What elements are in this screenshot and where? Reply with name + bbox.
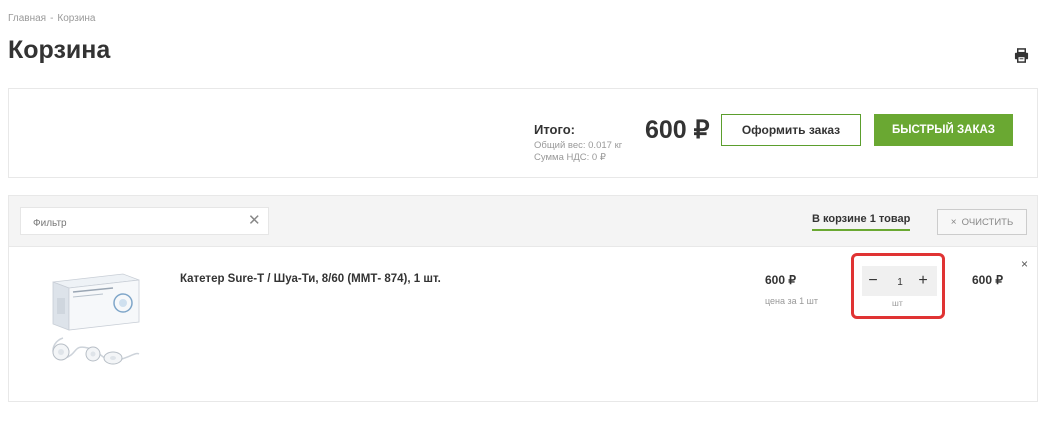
line-total: 600 ₽	[972, 273, 1003, 287]
printer-icon[interactable]	[1014, 48, 1029, 63]
total-price: 600 ₽	[645, 116, 710, 144]
clear-cart-button[interactable]: × ОЧИСТИТЬ	[937, 209, 1027, 235]
quantity-highlight	[851, 253, 945, 319]
product-image[interactable]	[43, 268, 145, 376]
clear-icon: ×	[950, 216, 957, 228]
cart-count-tab[interactable]: В корзине 1 товар	[812, 213, 911, 231]
filter-input[interactable]	[31, 213, 235, 233]
breadcrumb-home-link[interactable]: Главная	[8, 13, 46, 24]
breadcrumb-current: Корзина	[57, 13, 96, 24]
remove-item-icon[interactable]: ×	[1021, 258, 1028, 270]
checkout-button[interactable]: Оформить заказ	[721, 114, 861, 146]
vat-amount: Сумма НДС: 0 ₽	[534, 152, 606, 163]
product-title[interactable]: Катетер Sure-T / Шуа-Ти, 8/60 (ММТ- 874)…	[180, 273, 441, 285]
close-icon[interactable]: ✕	[248, 213, 261, 228]
page-title: Корзина	[8, 36, 111, 64]
total-label: Итого:	[534, 122, 575, 137]
unit-price: 600 ₽	[765, 273, 796, 287]
breadcrumb: Главная - Корзина	[8, 13, 96, 24]
quick-order-button[interactable]: БЫСТРЫЙ ЗАКАЗ	[874, 114, 1013, 146]
breadcrumb-separator: -	[50, 13, 54, 24]
total-weight: Общий вес: 0.017 кг	[534, 140, 623, 151]
clear-button-label: ОЧИСТИТЬ	[961, 216, 1014, 228]
unit-price-label: цена за 1 шт	[765, 296, 819, 306]
